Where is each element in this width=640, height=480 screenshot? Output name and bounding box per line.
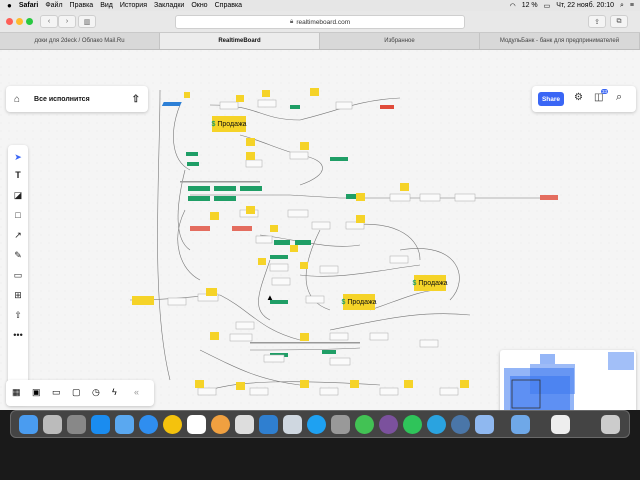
tab-favorites[interactable]: Избранное [320, 33, 480, 49]
share-page-button[interactable]: ⇪ [588, 15, 606, 28]
menu-file[interactable]: Файл [45, 2, 62, 9]
cursor-icon[interactable]: ➤ [8, 149, 28, 165]
skype-icon[interactable] [307, 415, 326, 434]
address-bar[interactable]: 🔒︎ realtimeboard.com [175, 15, 465, 29]
apple-icon[interactable]: ● [7, 1, 12, 10]
app-store-icon[interactable] [91, 415, 110, 434]
board-canvas[interactable]: $ Продажа $ Продажа $ Продажа ⌂ Все испо… [0, 50, 640, 410]
board-title[interactable]: Все исполнится [34, 96, 90, 103]
menu-app-name[interactable]: Safari [19, 2, 38, 9]
chat-icon[interactable]: ▣ [32, 387, 41, 398]
clock[interactable]: Чт, 22 нояб. 20:10 [556, 2, 614, 9]
more-icon[interactable]: ••• [8, 327, 28, 343]
chrome-icon[interactable] [163, 415, 182, 434]
whatsapp-icon[interactable] [403, 415, 422, 434]
sticky-note-sale-1[interactable]: $ Продажа [211, 116, 247, 132]
upload-icon[interactable]: ⇧ [132, 94, 140, 105]
sticky-note-label: Продажа [217, 120, 247, 128]
close-window-button[interactable] [6, 18, 13, 25]
lightning-icon[interactable]: ϟ [112, 387, 117, 397]
back-button[interactable]: ‹ [40, 15, 58, 28]
menu-help[interactable]: Справка [215, 2, 242, 9]
trash-icon[interactable] [601, 415, 620, 434]
frame-icon[interactable]: ⊞ [8, 287, 28, 303]
photos-icon[interactable] [211, 415, 230, 434]
tab-realtimeboard[interactable]: RealtimeBoard [160, 33, 320, 49]
safari-toolbar: ‹ › ▥ 🔒︎ realtimeboard.com ⇪ ⧉ [0, 11, 640, 33]
sticky-note-label: Продажа [347, 298, 377, 306]
dollar-icon: $ [341, 298, 346, 306]
upload-tool-icon[interactable]: ⇧ [8, 307, 28, 323]
tab-bar: доки для 2deck / Облако Mail.Ru Realtime… [0, 33, 640, 50]
activity-icon[interactable]: ◷ [92, 387, 100, 398]
menu-list-icon[interactable]: ≡ [630, 2, 634, 9]
menu-edit[interactable]: Правка [70, 2, 94, 9]
board-title-panel: ⌂ Все исполнится ⇧ [6, 86, 148, 112]
sliders-icon[interactable]: ⚙ [574, 92, 583, 103]
mouse-pointer-icon: ▲ [266, 293, 274, 302]
comment-icon[interactable]: ▭ [8, 267, 28, 283]
launchpad-icon[interactable] [43, 415, 62, 434]
mail-icon[interactable] [475, 415, 494, 434]
forward-button[interactable]: › [58, 15, 76, 28]
search-icon[interactable]: ⌕ [620, 2, 624, 10]
macos-dock [10, 410, 630, 438]
rectangle-icon[interactable]: □ [8, 207, 28, 223]
minimize-window-button[interactable] [16, 18, 23, 25]
text-icon[interactable]: T [8, 167, 28, 183]
comments-icon[interactable]: ▭ [52, 387, 61, 398]
dollar-icon: $ [211, 120, 216, 128]
minimap-preview [504, 352, 634, 410]
notification-badge: 33 [601, 89, 609, 94]
zoom-window-button[interactable] [26, 18, 33, 25]
arrow-icon[interactable]: ↗ [8, 227, 28, 243]
calendar-icon[interactable] [187, 415, 206, 434]
battery-icon: ▭ [543, 2, 551, 10]
battery-text[interactable]: 12 % [522, 2, 538, 9]
menu-view[interactable]: Вид [100, 2, 113, 9]
sticky-note-icon[interactable]: ◪ [8, 187, 28, 203]
home-icon[interactable]: ⌂ [14, 94, 20, 105]
lock-icon: 🔒︎ [289, 18, 294, 25]
system-preferences-icon[interactable] [67, 415, 86, 434]
document-icon[interactable] [551, 415, 570, 434]
preview-icon[interactable] [283, 415, 302, 434]
safari-icon[interactable] [139, 415, 158, 434]
tab-cloud-mail[interactable]: доки для 2deck / Облако Mail.Ru [0, 33, 160, 49]
sticky-note-sale-3[interactable]: $ Продажа [412, 275, 448, 291]
whatsapp-alt-icon[interactable] [355, 415, 374, 434]
menu-window[interactable]: Окно [191, 2, 207, 9]
wifi-icon[interactable]: ◠ [510, 2, 516, 10]
telegram-icon[interactable] [427, 415, 446, 434]
share-button[interactable]: Share [538, 92, 564, 106]
dollar-icon: $ [412, 279, 417, 287]
sticky-note-label: Продажа [418, 279, 448, 287]
finder-icon[interactable] [19, 415, 38, 434]
vk-icon[interactable] [451, 415, 470, 434]
minimap[interactable]: ⤢ ◫ |↔| − + 9% [500, 350, 636, 410]
video-icon[interactable]: ▢ [72, 387, 81, 398]
sticky-note-sale-2[interactable]: $ Продажа [341, 294, 377, 310]
folder-icon[interactable] [511, 415, 530, 434]
pen-icon[interactable]: ✎ [8, 247, 28, 263]
xcode-icon[interactable] [115, 415, 134, 434]
frames-icon[interactable]: ▦ [12, 387, 21, 398]
collapse-icon[interactable]: « [134, 387, 139, 397]
screen-bottom [0, 440, 640, 480]
menu-history[interactable]: История [120, 2, 147, 9]
bottom-toolbar: ▦ ▣ ▭ ▢ ◷ ϟ « [6, 380, 154, 406]
trello-icon[interactable] [259, 415, 278, 434]
viber-icon[interactable] [379, 415, 398, 434]
search-icon[interactable]: ⌕ [616, 91, 622, 104]
menu-bookmarks[interactable]: Закладки [154, 2, 184, 9]
board-actions-panel: Share ⚙ ◫ 33 ⌕ [532, 86, 636, 112]
app-icon[interactable] [331, 415, 350, 434]
left-toolbar: ➤ T ◪ □ ↗ ✎ ▭ ⊞ ⇧ ••• [8, 145, 28, 403]
macos-menubar: ● Safari Файл Правка Вид История Закладк… [0, 0, 640, 11]
tab-modulbank[interactable]: МодульБанк - банк для предпринимателей [480, 33, 640, 49]
notes-icon[interactable] [235, 415, 254, 434]
address-text: realtimeboard.com [296, 18, 351, 26]
sidebar-button[interactable]: ▥ [78, 15, 96, 28]
show-tabs-button[interactable]: ⧉ [610, 15, 628, 28]
